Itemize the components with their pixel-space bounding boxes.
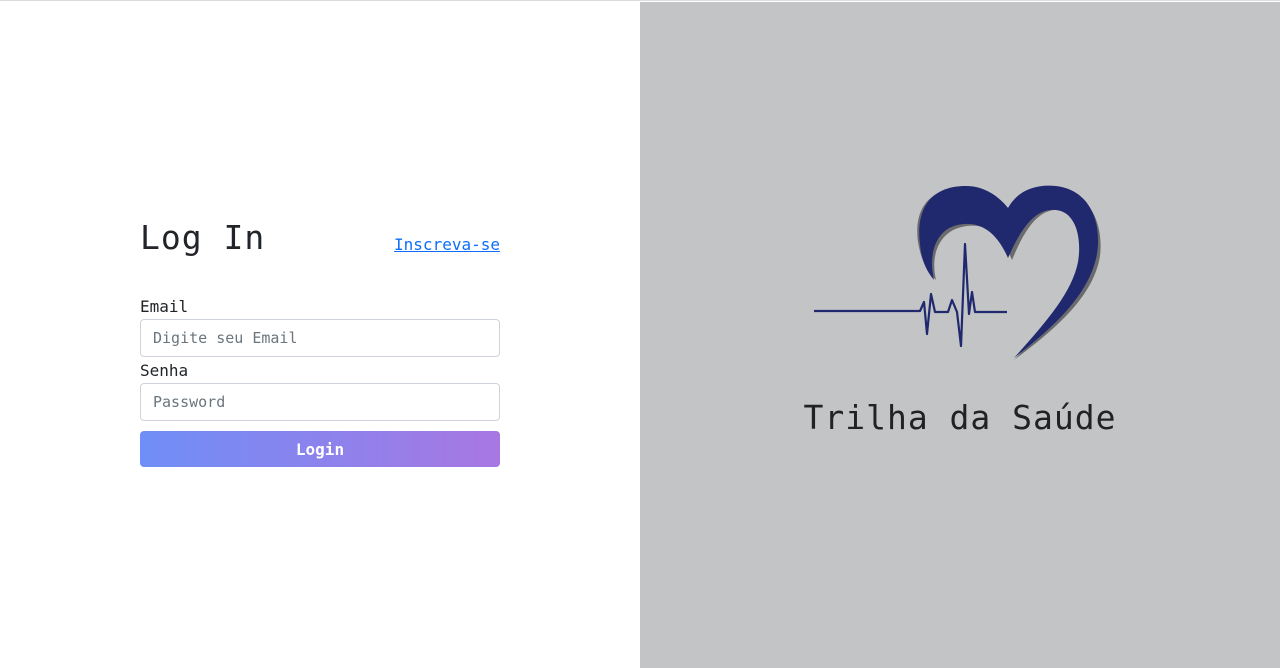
login-panel: Log In Inscreva-se Email Senha Login xyxy=(0,2,640,668)
heart-shape xyxy=(919,185,1099,358)
brand-panel: Trilha da Saúde xyxy=(640,2,1280,668)
brand-name: Trilha da Saúde xyxy=(803,398,1117,437)
form-header: Log In Inscreva-se xyxy=(140,216,500,260)
login-button[interactable]: Login xyxy=(140,431,500,467)
password-label: Senha xyxy=(140,361,189,380)
top-divider xyxy=(0,0,1280,1)
signup-link[interactable]: Inscreva-se xyxy=(394,234,500,256)
password-field[interactable] xyxy=(140,383,500,421)
pulse-line xyxy=(814,242,1007,348)
email-label: Email xyxy=(140,297,189,316)
email-field[interactable] xyxy=(140,319,500,357)
login-form: Log In Inscreva-se Email Senha Login xyxy=(140,216,500,467)
heart-pulse-icon xyxy=(814,185,1101,360)
page-title: Log In xyxy=(140,218,266,257)
